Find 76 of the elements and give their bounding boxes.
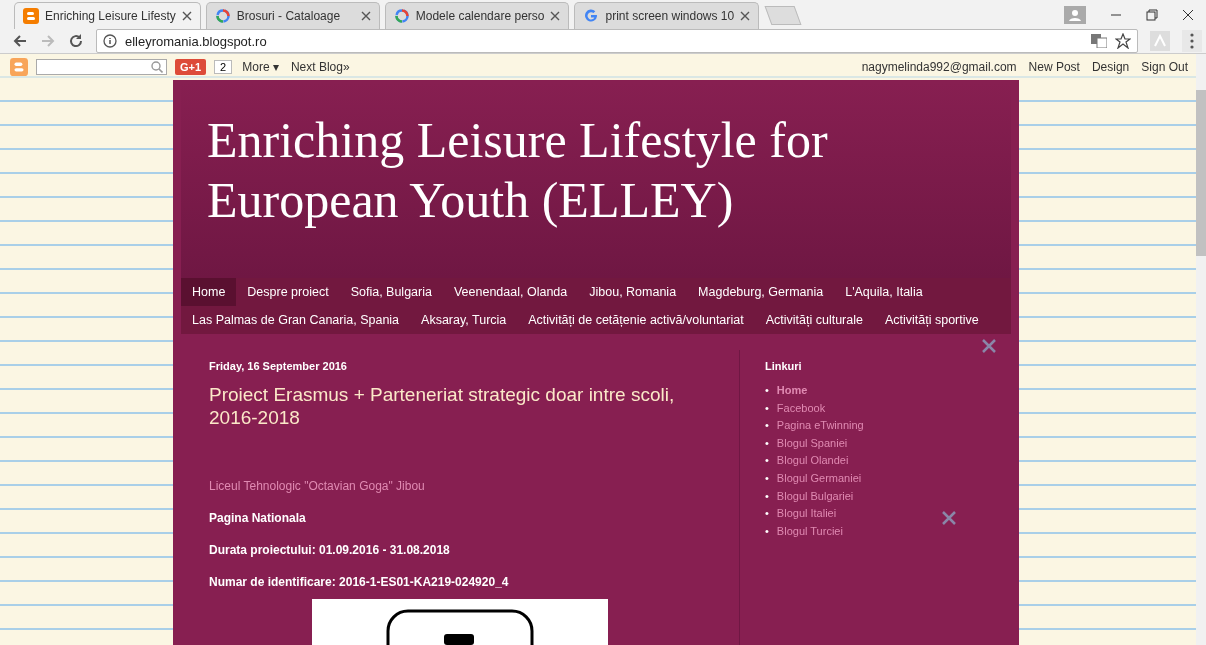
restore-icon[interactable]	[1146, 9, 1158, 21]
tab-title: Modele calendare perso	[415, 9, 545, 23]
account-email: nagymelinda992@gmail.com	[860, 60, 1018, 74]
sidebar-link[interactable]: Facebook	[776, 401, 826, 414]
navbar-link[interactable]: Design	[1089, 60, 1132, 74]
school-link[interactable]: Liceul Tehnologic "Octavian Goga" Jibou	[209, 479, 715, 493]
translate-icon[interactable]	[1091, 34, 1107, 48]
sidebar-link[interactable]: Blogul Turciei	[776, 524, 843, 537]
post-text: Durata proiectului: 01.09.2016 - 31.08.2018	[209, 543, 451, 557]
close-icon[interactable]	[740, 11, 751, 21]
sidebar-link[interactable]: Pagina eTwinning	[776, 419, 864, 432]
google-plus-button[interactable]: G+1	[175, 59, 207, 75]
bullet: •	[765, 507, 769, 520]
post-subheading: Pagina Nationala	[209, 511, 307, 525]
search-field[interactable]	[36, 59, 167, 75]
blog-title: Enriching Leisure Lifestyle for European Youth (ELLEY)	[207, 111, 829, 230]
plus-count: 2	[214, 60, 233, 74]
tab-title: print screen windows 10	[605, 9, 735, 23]
tab-title: Brosuri - Cataloage	[236, 9, 342, 23]
sidebar-link[interactable]: Blogul Spaniei	[776, 436, 848, 449]
post-title: Proiect Erasmus + Parteneriat strategic doar intre scoli, 2016-2018	[209, 383, 676, 429]
loading-ring-icon	[393, 8, 410, 24]
browser-tab[interactable]: print screen windows 10	[574, 2, 760, 29]
reload-icon[interactable]	[68, 33, 84, 49]
post-text: Numar de identificare: 2016-1-ES01-KA219-024920_4	[209, 575, 510, 589]
close-icon[interactable]	[181, 11, 192, 21]
post-date: Friday, 16 September 2016	[209, 360, 348, 372]
next-blog-link[interactable]: Next Blog»	[288, 60, 352, 74]
user-icon[interactable]	[1064, 6, 1086, 24]
tab-title: Enriching Leisure Lifesty	[45, 9, 176, 23]
page-tab[interactable]: Sofia, Bulgaria	[339, 278, 443, 306]
scrollbar[interactable]	[1196, 54, 1206, 645]
page-tab[interactable]: Home	[181, 278, 237, 306]
bullet: •	[765, 454, 769, 467]
navbar-link[interactable]: Sign Out	[1139, 60, 1190, 74]
star-icon[interactable]	[1115, 33, 1131, 49]
more-menu[interactable]: More ▾	[240, 60, 281, 74]
blogger-icon	[23, 8, 39, 24]
page-tab[interactable]: Jibou, Romania	[578, 278, 688, 306]
search-icon	[151, 61, 163, 73]
sidebar-heading: Linkuri	[765, 360, 803, 372]
bullet: •	[765, 401, 769, 414]
page-tab[interactable]: Veenendaal, Olanda	[442, 278, 579, 306]
close-icon[interactable]	[550, 11, 561, 21]
bullet: •	[765, 384, 769, 396]
close-icon[interactable]	[1182, 9, 1194, 21]
page-tab[interactable]: Aksaray, Turcia	[410, 306, 518, 334]
page-tab[interactable]: Magdeburg, Germania	[687, 278, 835, 306]
menu-icon[interactable]	[1182, 30, 1202, 52]
back-arrow-icon[interactable]	[12, 33, 28, 49]
close-icon[interactable]	[360, 11, 371, 21]
info-icon	[103, 34, 117, 48]
sidebar-link[interactable]: Blogul Italiei	[776, 507, 837, 520]
page-tab[interactable]: Las Palmas de Gran Canaria, Spania	[181, 306, 411, 334]
page-tab[interactable]: Activități de cetățenie activă/voluntariat	[517, 306, 755, 334]
sidebar-link[interactable]: Blogul Bulgariei	[776, 489, 854, 502]
google-icon	[583, 8, 600, 24]
browser-tab[interactable]: Brosuri - Cataloage	[205, 2, 380, 29]
navbar-link[interactable]: New Post	[1026, 60, 1082, 74]
sidebar-link[interactable]: Blogul Germaniei	[776, 471, 862, 484]
bullet: •	[765, 419, 769, 432]
sidebar-link[interactable]: Blogul Olandei	[776, 454, 849, 467]
page-tab[interactable]: Activități sportive	[873, 306, 990, 334]
bullet: •	[765, 471, 769, 484]
bullet: •	[765, 524, 769, 537]
bullet: •	[765, 489, 769, 502]
browser-tab[interactable]: Modele calendare perso	[384, 2, 570, 29]
bullet: •	[765, 436, 769, 449]
page-tab[interactable]: Activități culturale	[754, 306, 874, 334]
address-field[interactable]: elleyromania.blogspot.ro	[96, 29, 1138, 53]
page-tab[interactable]: L'Aquila, Italia	[834, 278, 934, 306]
url-text: elleyromania.blogspot.ro	[125, 33, 267, 49]
browser-tab[interactable]: Enriching Leisure Lifesty	[14, 2, 201, 29]
loading-ring-icon	[214, 8, 231, 24]
page-tab[interactable]: Despre proiect	[236, 278, 340, 306]
sidebar-link[interactable]: Home	[776, 384, 808, 396]
